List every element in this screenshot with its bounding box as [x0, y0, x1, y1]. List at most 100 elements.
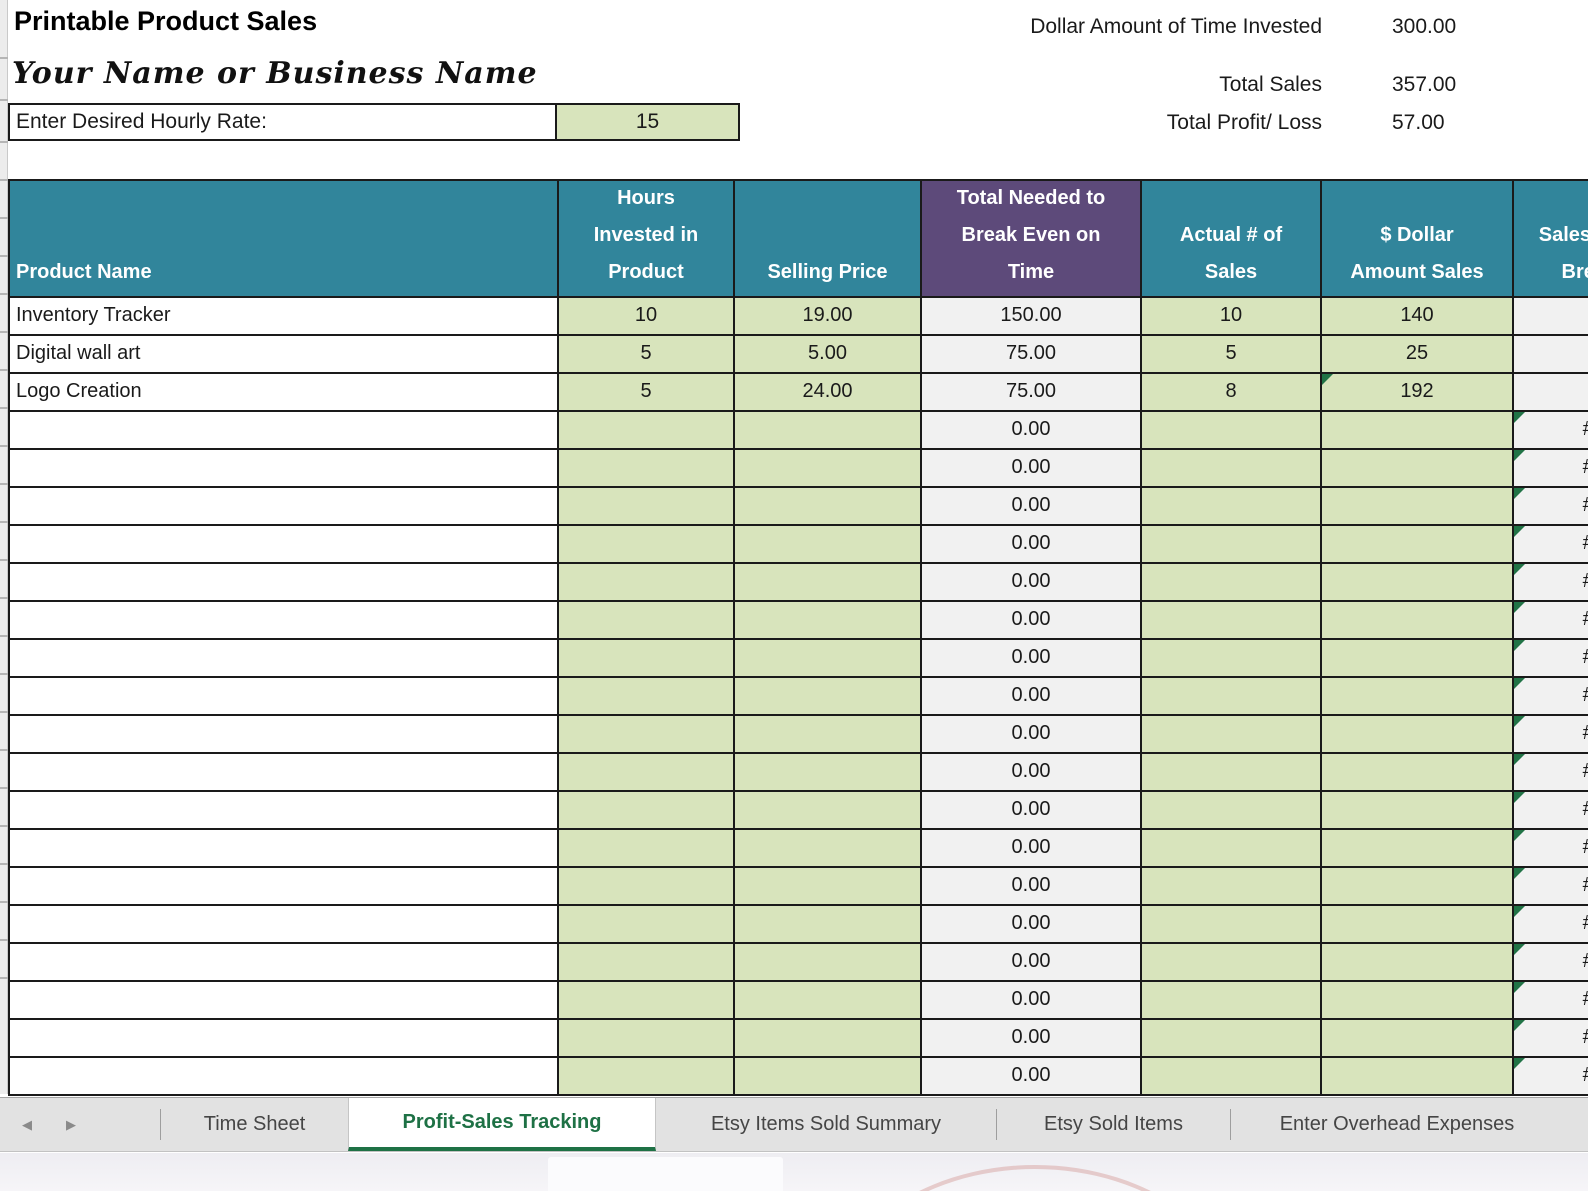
cell-hours[interactable] [559, 488, 735, 526]
cell-actual-sales[interactable] [1142, 526, 1322, 564]
cell-actual-sales[interactable] [1142, 754, 1322, 792]
cell-hours[interactable] [559, 678, 735, 716]
cell-total-needed[interactable]: 0.00 [922, 602, 1142, 640]
cell-selling-price[interactable] [735, 754, 922, 792]
scroll-sheets-left-icon[interactable]: ◀ [22, 1117, 32, 1133]
column-header-sales-needed-to[interactable]: Sales Needed to Break Even [1514, 181, 1588, 298]
cell-dollar-amount-sales[interactable] [1322, 868, 1514, 906]
cell-total-needed[interactable]: 0.00 [922, 754, 1142, 792]
cell-total-needed[interactable]: 0.00 [922, 1058, 1142, 1096]
cell-selling-price[interactable] [735, 982, 922, 1020]
cell-dollar-amount-sales[interactable] [1322, 526, 1514, 564]
cell-product[interactable] [10, 868, 559, 906]
cell-selling-price[interactable] [735, 1058, 922, 1096]
cell-actual-sales[interactable] [1142, 944, 1322, 982]
cell-dollar-amount-sales[interactable] [1322, 640, 1514, 678]
cell-sales-needed[interactable]: #DIV/0! [1514, 412, 1588, 450]
cell-dollar-amount-sales[interactable] [1322, 944, 1514, 982]
cell-sales-needed[interactable]: #DIV/0! [1514, 1058, 1588, 1096]
cell-selling-price[interactable]: 5.00 [735, 336, 922, 374]
cell-dollar-amount-sales[interactable] [1322, 830, 1514, 868]
cell-selling-price[interactable] [735, 716, 922, 754]
cell-total-needed[interactable]: 0.00 [922, 678, 1142, 716]
cell-product[interactable] [10, 564, 559, 602]
cell-selling-price[interactable]: 24.00 [735, 374, 922, 412]
scroll-sheets-right-icon[interactable]: ▶ [66, 1117, 76, 1133]
cell-sales-needed[interactable]: #DIV/0! [1514, 564, 1588, 602]
cell-selling-price[interactable] [735, 868, 922, 906]
cell-total-needed[interactable]: 75.00 [922, 336, 1142, 374]
tab-etsy-items-sold-summary[interactable]: Etsy Items Sold Summary [656, 1098, 996, 1151]
cell-total-needed[interactable]: 0.00 [922, 640, 1142, 678]
cell-hours[interactable] [559, 754, 735, 792]
cell-sales-needed[interactable]: #DIV/0! [1514, 830, 1588, 868]
cell-sales-needed[interactable]: #DIV/0! [1514, 982, 1588, 1020]
cell-actual-sales[interactable] [1142, 1020, 1322, 1058]
cell-actual-sales[interactable] [1142, 982, 1322, 1020]
cell-hours[interactable] [559, 564, 735, 602]
cell-product[interactable] [10, 678, 559, 716]
cell-sales-needed[interactable]: #DIV/0! [1514, 944, 1588, 982]
cell-total-needed[interactable]: 0.00 [922, 792, 1142, 830]
cell-selling-price[interactable] [735, 792, 922, 830]
cell-product[interactable] [10, 1058, 559, 1096]
cell-actual-sales[interactable] [1142, 564, 1322, 602]
cell-selling-price[interactable] [735, 830, 922, 868]
cell-dollar-amount-sales[interactable] [1322, 450, 1514, 488]
cell-product[interactable] [10, 792, 559, 830]
cell-product[interactable] [10, 526, 559, 564]
cell-sales-needed[interactable]: #DIV/0! [1514, 906, 1588, 944]
cell-actual-sales[interactable] [1142, 488, 1322, 526]
cell-actual-sales[interactable]: 10 [1142, 298, 1322, 336]
cell-hours[interactable] [559, 640, 735, 678]
cell-selling-price[interactable] [735, 450, 922, 488]
cell-sales-needed[interactable] [1514, 298, 1588, 336]
column-header-selling-price[interactable]: Selling Price [735, 181, 922, 298]
cell-sales-needed[interactable]: #DIV/0! [1514, 678, 1588, 716]
cell-dollar-amount-sales[interactable]: 192 [1322, 374, 1514, 412]
cell-dollar-amount-sales[interactable] [1322, 488, 1514, 526]
cell-actual-sales[interactable] [1142, 906, 1322, 944]
cell-product[interactable] [10, 716, 559, 754]
cell-sales-needed[interactable]: #DIV/0! [1514, 450, 1588, 488]
cell-total-needed[interactable]: 75.00 [922, 374, 1142, 412]
cell-hours[interactable] [559, 792, 735, 830]
cell-actual-sales[interactable] [1142, 450, 1322, 488]
cell-actual-sales[interactable] [1142, 792, 1322, 830]
cell-product[interactable] [10, 488, 559, 526]
cell-product[interactable]: Logo Creation [10, 374, 559, 412]
cell-selling-price[interactable] [735, 602, 922, 640]
cell-hours[interactable] [559, 602, 735, 640]
cell-sales-needed[interactable]: #DIV/0! [1514, 640, 1588, 678]
tab-enter-overhead-expenses[interactable]: Enter Overhead Expenses [1231, 1098, 1563, 1151]
hourly-rate-input-cell[interactable]: 15 [555, 103, 740, 141]
cell-hours[interactable]: 10 [559, 298, 735, 336]
cell-dollar-amount-sales[interactable] [1322, 602, 1514, 640]
cell-hours[interactable]: 5 [559, 374, 735, 412]
cell-product[interactable] [10, 640, 559, 678]
cell-sales-needed[interactable]: #DIV/0! [1514, 716, 1588, 754]
cell-product[interactable] [10, 982, 559, 1020]
cell-actual-sales[interactable]: 5 [1142, 336, 1322, 374]
cell-dollar-amount-sales[interactable] [1322, 906, 1514, 944]
cell-dollar-amount-sales[interactable] [1322, 754, 1514, 792]
cell-dollar-amount-sales[interactable] [1322, 412, 1514, 450]
cell-product[interactable] [10, 450, 559, 488]
column-header-$-dollar[interactable]: $ Dollar Amount Sales [1322, 181, 1514, 298]
cell-actual-sales[interactable] [1142, 716, 1322, 754]
tab-profit-sales-tracking[interactable]: Profit-Sales Tracking [348, 1098, 656, 1151]
cell-hours[interactable] [559, 716, 735, 754]
cell-actual-sales[interactable]: 8 [1142, 374, 1322, 412]
cell-selling-price[interactable] [735, 944, 922, 982]
cell-selling-price[interactable] [735, 640, 922, 678]
cell-product[interactable]: Digital wall art [10, 336, 559, 374]
cell-total-needed[interactable]: 0.00 [922, 906, 1142, 944]
tab-time-sheet[interactable]: Time Sheet [161, 1098, 348, 1151]
cell-actual-sales[interactable] [1142, 678, 1322, 716]
cell-total-needed[interactable]: 0.00 [922, 944, 1142, 982]
cell-selling-price[interactable] [735, 1020, 922, 1058]
cell-product[interactable] [10, 754, 559, 792]
cell-hours[interactable] [559, 906, 735, 944]
cell-product[interactable]: Inventory Tracker [10, 298, 559, 336]
cell-selling-price[interactable] [735, 412, 922, 450]
